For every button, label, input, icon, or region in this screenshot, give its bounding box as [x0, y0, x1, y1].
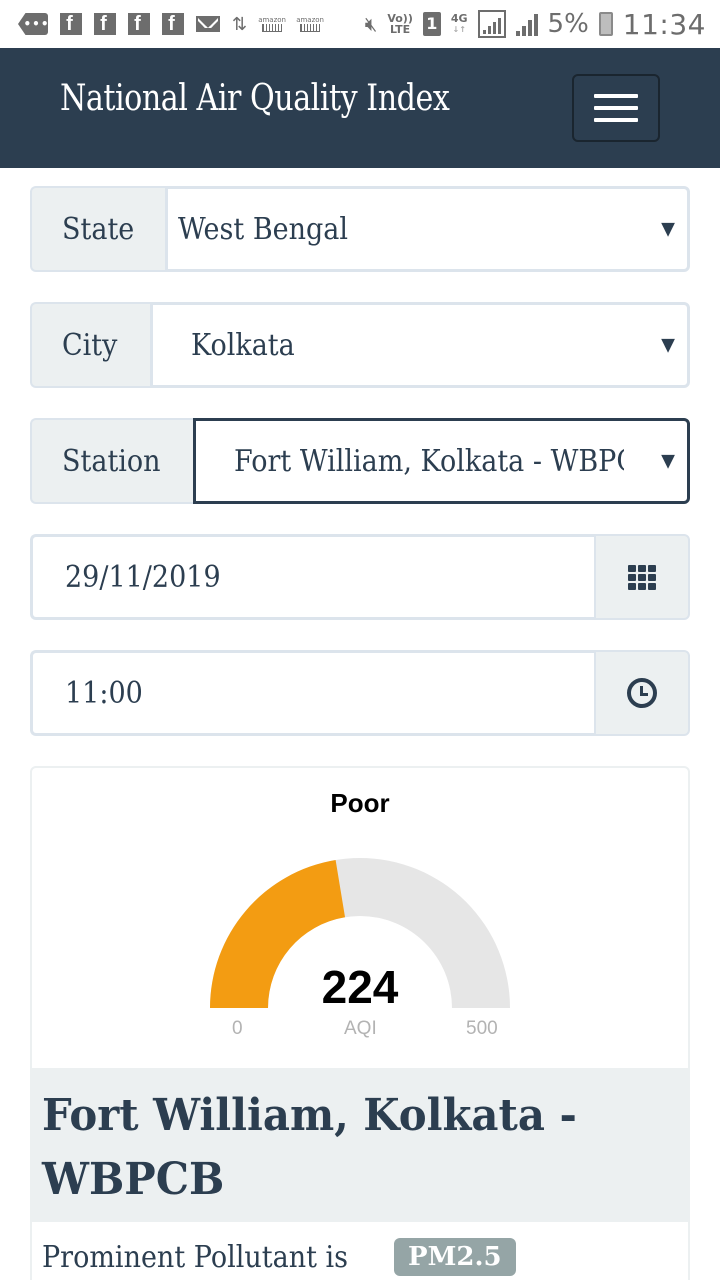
navbar: National Air Quality Index	[0, 48, 720, 168]
time-input[interactable]: 11:00	[30, 650, 594, 736]
clock-time: 11:34	[622, 7, 706, 41]
network-type-icon: 4G ↓↑	[450, 12, 468, 34]
facebook-icon: f	[162, 13, 184, 35]
clock-icon	[627, 678, 657, 708]
dropdown-caret-icon: ▼	[661, 450, 675, 472]
menu-toggle-button[interactable]	[572, 74, 660, 142]
date-input[interactable]: 29/11/2019	[30, 534, 594, 620]
amazon-icon: amazon	[296, 16, 324, 32]
hamburger-icon-bar	[594, 118, 638, 122]
gauge-unit-label: AQI	[344, 1018, 377, 1039]
battery-percent: 5%	[547, 9, 589, 39]
station-select[interactable]: Fort William, Kolkata - WBPCB ▼	[193, 418, 690, 504]
station-card-header: Fort William, Kolkata - WBPCB	[32, 1068, 688, 1222]
gauge-max-label: 500	[466, 1018, 498, 1039]
pollutant-badge: PM2.5	[394, 1238, 516, 1276]
hamburger-icon-bar	[594, 94, 638, 98]
calendar-grid-icon	[628, 564, 656, 590]
sim-icon: 1	[422, 12, 441, 36]
date-field-group: 29/11/2019	[30, 534, 690, 620]
battery-icon	[598, 12, 613, 36]
status-bar: ••• f f f f ⇅ amazon amazon 🔇︎ Vo)) LTE …	[0, 0, 720, 48]
facebook-icon: f	[94, 13, 116, 35]
state-select[interactable]: West Bengal ▼	[165, 186, 690, 272]
app-title[interactable]: National Air Quality Index	[60, 78, 450, 119]
dropdown-caret-icon: ▼	[661, 334, 675, 356]
state-select-value: West Bengal	[178, 211, 349, 247]
mute-icon: 🔇︎	[364, 12, 378, 36]
signal-strength-icon	[515, 12, 538, 36]
facebook-icon: f	[128, 13, 150, 35]
volte-icon: Vo)) LTE	[387, 12, 413, 36]
station-label: Station	[30, 418, 193, 504]
prominent-pollutant: Prominent Pollutant is PM2.5	[42, 1238, 516, 1276]
city-select-value: Kolkata	[191, 327, 295, 363]
city-select[interactable]: Kolkata ▼	[150, 302, 690, 388]
date-picker-button[interactable]	[594, 534, 690, 620]
notification-icons: ••• f f f f ⇅ amazon amazon	[18, 13, 365, 35]
amazon-icon: amazon	[258, 16, 286, 32]
hamburger-icon-bar	[594, 106, 638, 110]
time-field-group: 11:00	[30, 650, 690, 736]
mail-icon	[196, 16, 220, 32]
station-name-heading: Fort William, Kolkata - WBPCB	[42, 1090, 577, 1205]
city-field-group: City Kolkata ▼	[30, 302, 690, 388]
facebook-icon: f	[60, 13, 82, 35]
city-label: City	[30, 302, 150, 388]
time-picker-button[interactable]	[594, 650, 690, 736]
state-field-group: State West Bengal ▼	[30, 186, 690, 272]
more-notifications-icon: •••	[18, 13, 48, 35]
signal-strength-icon	[477, 10, 506, 38]
pollutant-text: Prominent Pollutant is	[42, 1239, 349, 1275]
state-label: State	[30, 186, 165, 272]
aqi-card: Poor 224 0 AQI 500 Fort William, Kolkata…	[30, 766, 690, 1280]
station-select-value: Fort William, Kolkata - WBPCB	[234, 443, 624, 479]
gauge-min-label: 0	[232, 1018, 243, 1039]
station-field-group: Station Fort William, Kolkata - WBPCB ▼	[30, 418, 690, 504]
dropdown-caret-icon: ▼	[661, 218, 675, 240]
data-transfer-icon: ⇅	[232, 13, 248, 35]
aqi-value: 224	[321, 961, 399, 1013]
